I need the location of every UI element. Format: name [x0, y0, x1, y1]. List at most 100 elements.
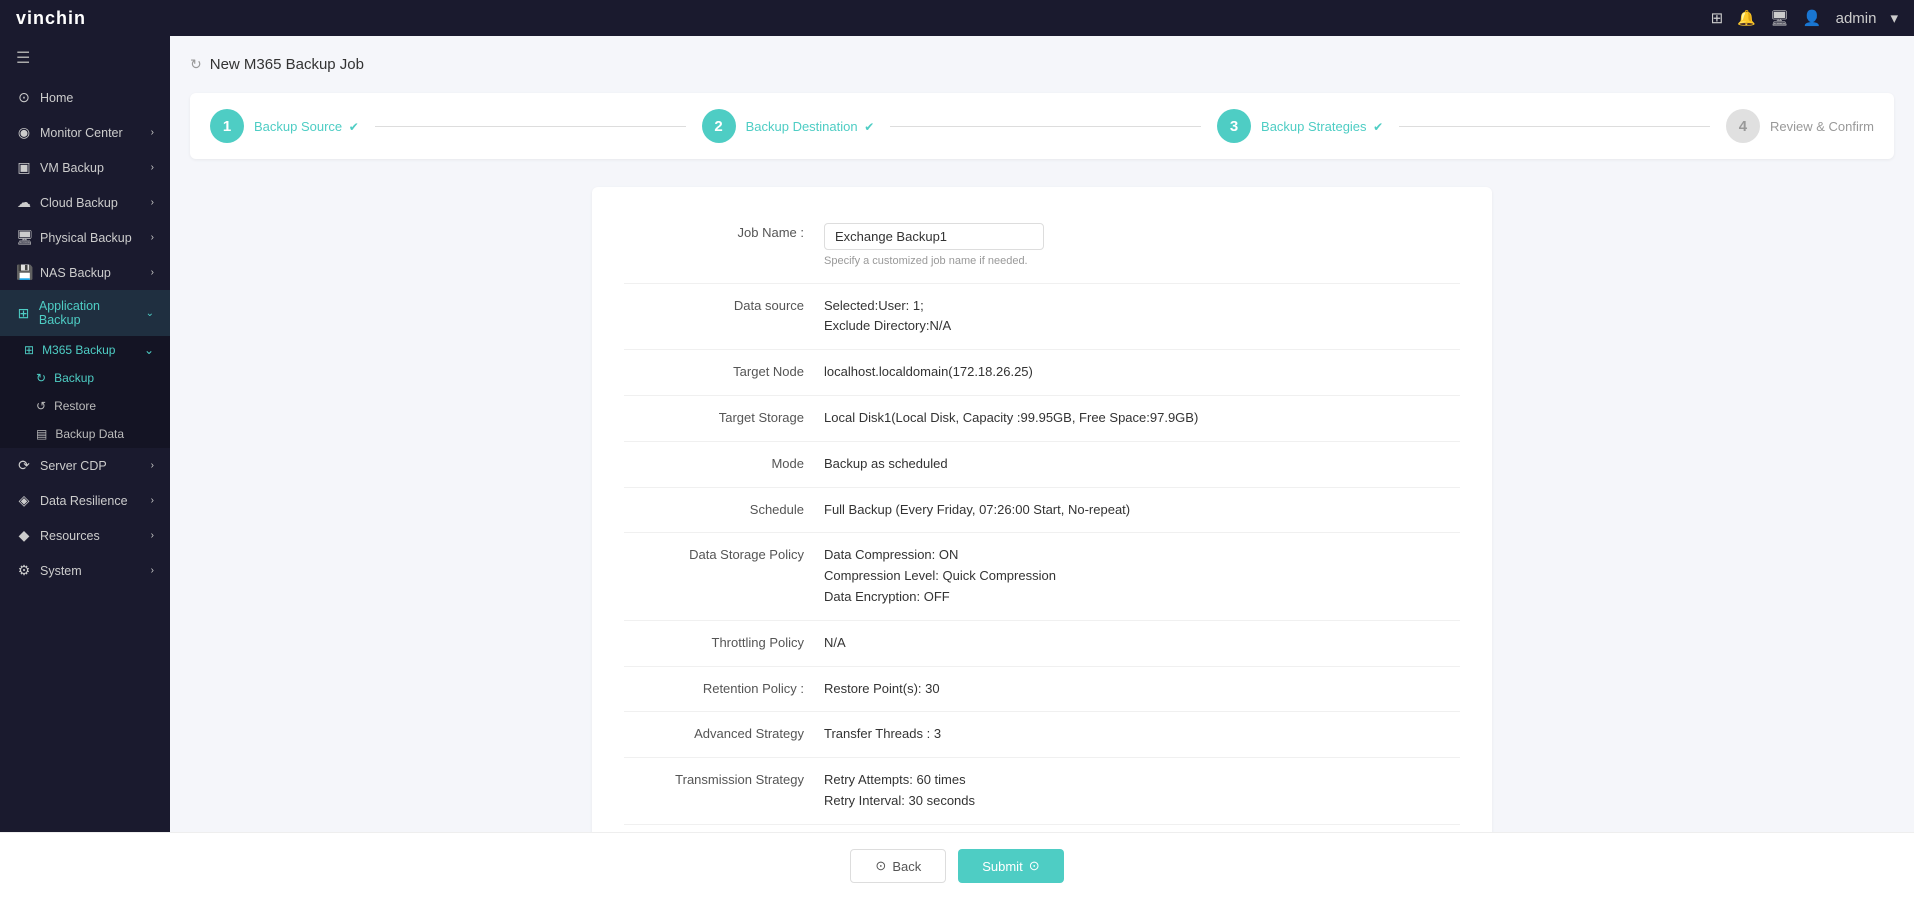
- sidebar-item-application-backup[interactable]: ⊞ Application Backup ⌄: [0, 290, 170, 336]
- value-retention-policy: Restore Point(s): 30: [824, 679, 1460, 700]
- sidebar-item-system[interactable]: ⚙ System ›: [0, 553, 170, 588]
- step-3-label: Backup Strategies ✔: [1261, 119, 1383, 134]
- chevron-icon: ›: [151, 232, 154, 243]
- step-3-circle: 3: [1217, 109, 1251, 143]
- field-target-node: Target Node localhost.localdomain(172.18…: [624, 350, 1460, 396]
- wizard-step-2[interactable]: 2 Backup Destination ✔: [702, 109, 875, 143]
- sidebar-item-label: Cloud Backup: [40, 196, 118, 210]
- data-resilience-icon: ◈: [16, 492, 32, 509]
- ts-line-1: Retry Attempts: 60 times: [824, 770, 1460, 791]
- monitor-icon[interactable]: 🖥: [1770, 9, 1789, 27]
- user-arrow[interactable]: ▾: [1890, 9, 1898, 27]
- chevron-icon: ›: [151, 565, 154, 576]
- sidebar-sub-item-m365-backup[interactable]: ⊞ M365 Backup ⌄: [0, 336, 170, 364]
- backup-data-icon: ▤: [36, 427, 47, 441]
- field-target-storage: Target Storage Local Disk1(Local Disk, C…: [624, 396, 1460, 442]
- data-source-line-2: Exclude Directory:N/A: [824, 316, 1460, 337]
- restore-icon: ↺: [36, 399, 46, 413]
- sidebar-toggle[interactable]: ☰: [0, 36, 170, 80]
- sidebar-item-cloud-backup[interactable]: ☁ Cloud Backup ›: [0, 185, 170, 220]
- field-advanced-strategy-2: Advanced Strategy Auto Retry: OFF: [624, 825, 1460, 832]
- dsp-line-1: Data Compression: ON: [824, 545, 1460, 566]
- review-card: Job Name : Specify a customized job name…: [592, 187, 1492, 832]
- sidebar-item-label: System: [40, 564, 82, 578]
- chevron-icon: ›: [151, 127, 154, 138]
- bottom-bar: ⊙ Back Submit ⊙: [0, 832, 1914, 899]
- page-title: New M365 Backup Job: [210, 56, 364, 73]
- sidebar-sub-item-backup[interactable]: ↻ Backup: [0, 364, 170, 392]
- physical-backup-icon: 🖥: [16, 229, 32, 246]
- sidebar-item-resources[interactable]: ◆ Resources ›: [0, 518, 170, 553]
- value-transmission-strategy: Retry Attempts: 60 times Retry Interval:…: [824, 770, 1460, 812]
- sidebar-item-data-resilience[interactable]: ◈ Data Resilience ›: [0, 483, 170, 518]
- value-throttling-policy: N/A: [824, 633, 1460, 654]
- m365-icon: ⊞: [24, 343, 34, 357]
- step-4-label: Review & Confirm: [1770, 119, 1874, 134]
- user-icon: 👤: [1803, 9, 1822, 27]
- submit-button[interactable]: Submit ⊙: [958, 849, 1063, 883]
- page-header: ↻ New M365 Backup Job: [190, 56, 1894, 73]
- field-retention-policy: Retention Policy : Restore Point(s): 30: [624, 667, 1460, 713]
- label-target-node: Target Node: [624, 362, 804, 379]
- chevron-icon: ›: [151, 162, 154, 173]
- resources-icon: ◆: [16, 527, 32, 544]
- sidebar-item-label: Data Resilience: [40, 494, 128, 508]
- wizard-connector-2: [890, 126, 1201, 127]
- sidebar-sub-item-restore[interactable]: ↺ Restore: [0, 392, 170, 420]
- wizard-step-3[interactable]: 3 Backup Strategies ✔: [1217, 109, 1383, 143]
- dsp-line-3: Data Encryption: OFF: [824, 587, 1460, 608]
- label-mode: Mode: [624, 454, 804, 471]
- wizard-connector-1: [375, 126, 686, 127]
- bell-icon[interactable]: 🔔: [1737, 9, 1756, 27]
- sidebar-item-label: Application Backup: [39, 299, 138, 327]
- wizard-step-4[interactable]: 4 Review & Confirm: [1726, 109, 1874, 143]
- sidebar-item-home[interactable]: ⊙ Home: [0, 80, 170, 115]
- label-retention-policy: Retention Policy :: [624, 679, 804, 696]
- sidebar-sub-label: Backup: [54, 371, 94, 385]
- backup-icon: ↻: [36, 371, 46, 385]
- back-button[interactable]: ⊙ Back: [850, 849, 946, 883]
- label-throttling-policy: Throttling Policy: [624, 633, 804, 650]
- job-name-hint: Specify a customized job name if needed.: [824, 253, 1460, 271]
- monitor-center-icon: ◉: [16, 124, 32, 141]
- wizard-connector-3: [1399, 126, 1710, 127]
- step-4-circle: 4: [1726, 109, 1760, 143]
- value-data-storage-policy: Data Compression: ON Compression Level: …: [824, 545, 1460, 607]
- nas-backup-icon: 💾: [16, 264, 32, 281]
- check-icon-1: ✔: [349, 120, 359, 134]
- sidebar-sub-application: ⊞ M365 Backup ⌄ ↻ Backup ↺ Restore ▤ Bac…: [0, 336, 170, 448]
- wizard-step-1[interactable]: 1 Backup Source ✔: [210, 109, 359, 143]
- sidebar-item-physical-backup[interactable]: 🖥 Physical Backup ›: [0, 220, 170, 255]
- sidebar-item-nas-backup[interactable]: 💾 NAS Backup ›: [0, 255, 170, 290]
- sidebar-item-label: Resources: [40, 529, 100, 543]
- sidebar-item-vm-backup[interactable]: ▣ VM Backup ›: [0, 150, 170, 185]
- job-name-input[interactable]: [824, 223, 1044, 250]
- sidebar-sub-item-backup-data[interactable]: ▤ Backup Data: [0, 420, 170, 448]
- sidebar-sub-label: Backup Data: [55, 427, 124, 441]
- logo: vinchin: [16, 8, 86, 29]
- sidebar-item-monitor-center[interactable]: ◉ Monitor Center ›: [0, 115, 170, 150]
- submit-icon: ⊙: [1029, 858, 1040, 874]
- server-cdp-icon: ⟳: [16, 457, 32, 474]
- sidebar-item-label: NAS Backup: [40, 266, 111, 280]
- step-1-label: Backup Source ✔: [254, 119, 359, 134]
- data-source-line-1: Selected:User: 1;: [824, 296, 1460, 317]
- field-schedule: Schedule Full Backup (Every Friday, 07:2…: [624, 488, 1460, 534]
- sidebar-item-label: Monitor Center: [40, 126, 123, 140]
- user-label: admin: [1836, 10, 1877, 27]
- system-icon: ⚙: [16, 562, 32, 579]
- sidebar: ☰ ⊙ Home ◉ Monitor Center › ▣ VM Backup …: [0, 36, 170, 832]
- topbar: vinchin ⊞ 🔔 🖥 👤 admin ▾: [0, 0, 1914, 36]
- chevron-icon: ›: [151, 460, 154, 471]
- step-2-label: Backup Destination ✔: [746, 119, 875, 134]
- wizard-steps: 1 Backup Source ✔ 2 Backup Destination ✔…: [190, 93, 1894, 159]
- logo-chin: chin: [45, 8, 86, 28]
- label-advanced-strategy: Advanced Strategy: [624, 724, 804, 741]
- sidebar-item-label: Home: [40, 91, 73, 105]
- grid-icon[interactable]: ⊞: [1711, 9, 1724, 27]
- sidebar-item-server-cdp[interactable]: ⟳ Server CDP ›: [0, 448, 170, 483]
- sidebar-sub-label: M365 Backup: [42, 343, 115, 357]
- chevron-icon: ›: [151, 197, 154, 208]
- check-icon-3: ✔: [1373, 120, 1383, 134]
- step-1-circle: 1: [210, 109, 244, 143]
